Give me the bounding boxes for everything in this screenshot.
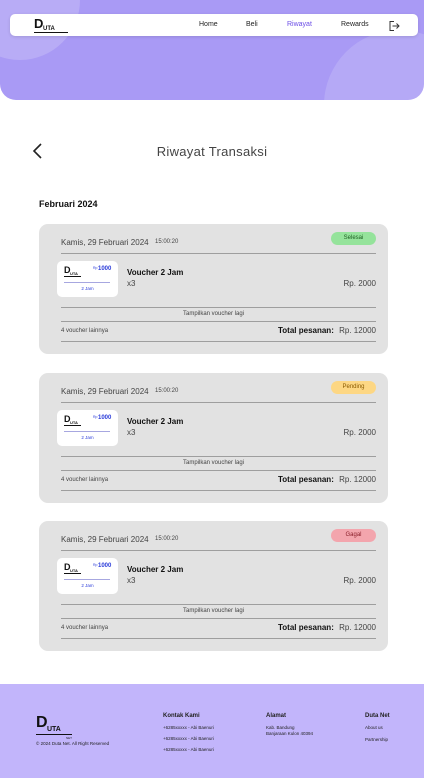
voucher-amount: 1000 [98, 266, 112, 272]
other-vouchers-count: 4 voucher lainnya [61, 625, 109, 631]
total-value: Rp. 12000 [339, 475, 376, 484]
divider [61, 618, 376, 619]
contact-title: Kontak Kami [163, 713, 200, 719]
divider [61, 307, 376, 308]
product-quantity: x3 [127, 279, 136, 288]
total-value: Rp. 12000 [339, 623, 376, 632]
copyright: © 2024 Duta Net. All Right Reserved [36, 741, 110, 746]
contact-item[interactable]: +6285xxxxx - Abi Baenuri [163, 736, 214, 742]
voucher-duration: 2 Jam [81, 583, 94, 588]
show-more-vouchers-link[interactable]: Tampilkan voucher lagi [39, 460, 388, 466]
transaction-date: Kamis, 29 Februari 2024 [61, 238, 149, 247]
product-price: Rp. 2000 [343, 279, 376, 288]
divider [61, 638, 376, 639]
status-badge: Selesai [331, 232, 376, 245]
voucher-logo: D UTA [64, 414, 86, 426]
page-title: Riwayat Transaksi [156, 144, 268, 159]
partnership-link[interactable]: Partnership [365, 737, 388, 743]
divider [61, 550, 376, 551]
voucher-duration: 2 Jam [81, 286, 94, 291]
dutanet-title: Duta Net [365, 713, 390, 719]
voucher-logo: D UTA [64, 562, 86, 574]
divider [61, 253, 376, 254]
status-badge: Pending [331, 381, 376, 394]
nav-link-beli[interactable]: Beli [246, 21, 258, 28]
transaction-date: Kamis, 29 Februari 2024 [61, 387, 149, 396]
other-vouchers-count: 4 voucher lainnya [61, 328, 109, 334]
other-vouchers-count: 4 voucher lainnya [61, 477, 109, 483]
contact-item[interactable]: +6285xxxxx - Abi Baenuri [163, 725, 214, 731]
status-badge: Gagal [331, 529, 376, 542]
total-value: Rp. 12000 [339, 326, 376, 335]
product-price: Rp. 2000 [343, 428, 376, 437]
divider [61, 604, 376, 605]
transaction-time: 15:00:20 [155, 536, 179, 542]
address-title: Alamat [266, 713, 287, 719]
divider [61, 402, 376, 403]
divider [61, 470, 376, 471]
total-label: Total pesanan: [278, 326, 334, 335]
product-name: Voucher 2 Jam [127, 268, 184, 277]
month-heading: Februari 2024 [39, 199, 98, 209]
transaction-date: Kamis, 29 Februari 2024 [61, 535, 149, 544]
divider [61, 321, 376, 322]
divider [61, 456, 376, 457]
transaction-time: 15:00:20 [155, 239, 179, 245]
voucher-amount: 1000 [98, 563, 112, 569]
voucher-thumbnail: D UTA Rp 1000 2 Jam [57, 261, 118, 297]
transaction-card[interactable]: Kamis, 29 Februari 2024 15:00:20 Pending… [39, 373, 388, 503]
show-more-vouchers-link[interactable]: Tampilkan voucher lagi [39, 608, 388, 614]
product-price: Rp. 2000 [343, 576, 376, 585]
footer: D UTA NET © 2024 Duta Net. All Right Rese… [0, 684, 424, 778]
footer-logo-sub: NET [66, 736, 72, 740]
product-quantity: x3 [127, 576, 136, 585]
product-name: Voucher 2 Jam [127, 565, 184, 574]
voucher-thumbnail: D UTA Rp 1000 2 Jam [57, 558, 118, 594]
nav-link-riwayat[interactable]: Riwayat [287, 21, 312, 28]
voucher-logo: D UTA [64, 265, 86, 277]
total-label: Total pesanan: [278, 623, 334, 632]
voucher-duration: 2 Jam [81, 435, 94, 440]
address-line: Banjaraan Kulon 40394 [266, 731, 314, 736]
voucher-thumbnail: D UTA Rp 1000 2 Jam [57, 410, 118, 446]
transaction-card[interactable]: Kamis, 29 Februari 2024 15:00:20 Selesai… [39, 224, 388, 354]
about-us-link[interactable]: About us [365, 725, 383, 731]
navbar: D UTA Home Beli Riwayat Rewards [10, 14, 418, 36]
contact-item[interactable]: +6285xxxxx - Abi Baenuri [163, 747, 214, 753]
product-name: Voucher 2 Jam [127, 417, 184, 426]
show-more-vouchers-link[interactable]: Tampilkan voucher lagi [39, 311, 388, 317]
transaction-card[interactable]: Kamis, 29 Februari 2024 15:00:20 Gagal D… [39, 521, 388, 651]
brand-logo[interactable]: D UTA [34, 16, 74, 33]
nav-link-home[interactable]: Home [199, 21, 218, 28]
voucher-amount: 1000 [98, 415, 112, 421]
divider [61, 341, 376, 342]
total-label: Total pesanan: [278, 475, 334, 484]
hero-banner: D UTA Home Beli Riwayat Rewards [0, 0, 424, 100]
logout-icon[interactable] [388, 19, 400, 31]
divider [61, 490, 376, 491]
nav-link-rewards[interactable]: Rewards [341, 21, 369, 28]
product-quantity: x3 [127, 428, 136, 437]
transaction-time: 15:00:20 [155, 388, 179, 394]
footer-logo: D UTA [36, 714, 72, 735]
decorative-blob [324, 30, 424, 100]
